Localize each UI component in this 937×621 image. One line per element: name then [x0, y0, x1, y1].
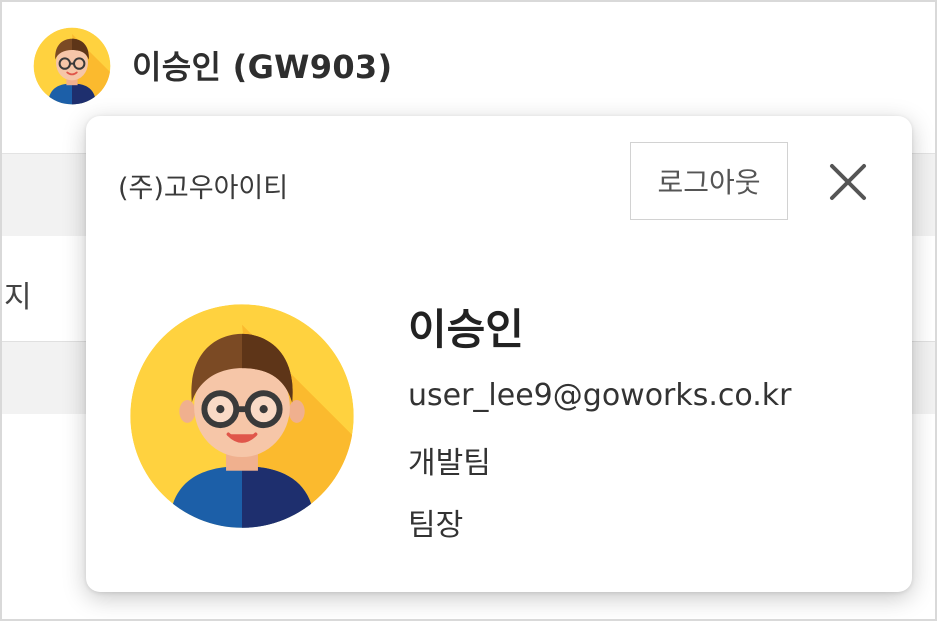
profile-department: 개발팀 — [408, 446, 491, 481]
background-menu-text[interactable]: 지 — [4, 272, 32, 316]
profile-popup: (주)고우아이티 로그아웃 이승인 user_lee9@goworks.co.k… — [86, 116, 912, 592]
profile-email: user_lee9@goworks.co.kr — [408, 378, 792, 413]
header-user-label[interactable]: 이승인 (GW903) — [132, 42, 392, 88]
profile-name: 이승인 — [408, 305, 524, 354]
profile-avatar-icon — [130, 304, 354, 528]
logout-button[interactable]: 로그아웃 — [630, 142, 788, 220]
close-icon — [830, 164, 866, 200]
close-button[interactable] — [826, 160, 870, 204]
user-avatar-icon[interactable] — [32, 26, 112, 106]
app-frame: 이승인 (GW903) 지 (주)고우아이티 로그아웃 이승인 user_lee… — [0, 0, 937, 621]
company-name: (주)고우아이티 — [118, 173, 289, 204]
profile-position: 팀장 — [408, 508, 464, 543]
